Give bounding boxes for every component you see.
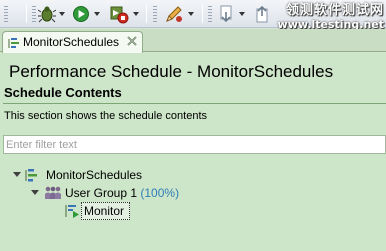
tree-item-root[interactable]: MonitorSchedules: [0, 167, 200, 184]
tree-label: MonitorSchedules: [46, 168, 143, 182]
editor-tab-strip: MonitorSchedules: [0, 29, 386, 53]
chevron-down-icon[interactable]: [94, 12, 100, 16]
user-group-percent: (100%): [140, 186, 180, 200]
toolbar-grip[interactable]: [4, 6, 8, 22]
tab-label: MonitorSchedules: [23, 35, 120, 49]
toolbar-separator: [202, 5, 203, 23]
schedule-icon: [23, 167, 39, 186]
schedule-icon: [7, 36, 21, 53]
page-title: Performance Schedule - MonitorSchedules: [9, 62, 334, 81]
tree-item-user-group[interactable]: User Group 1 (100%): [0, 185, 200, 202]
schedule-run-icon: [64, 203, 80, 222]
section-divider: [3, 103, 386, 104]
toolbar-separator: [26, 5, 27, 23]
chevron-down-icon[interactable]: [239, 12, 245, 16]
tab-monitor-schedules[interactable]: MonitorSchedules: [2, 31, 143, 53]
debug-icon[interactable]: [38, 4, 56, 24]
toolbar-grip[interactable]: [208, 6, 212, 22]
schedule-editor: Performance Schedule - MonitorSchedules …: [0, 53, 386, 251]
run-icon[interactable]: [72, 4, 90, 24]
expand-toggle-icon[interactable]: [31, 190, 39, 195]
close-icon[interactable]: [125, 34, 139, 48]
expand-toggle-icon[interactable]: [13, 172, 21, 177]
main-toolbar: 领测软件测试网 www.ltesting.net: [0, 0, 386, 31]
watermark: 领测软件测试网 www.ltesting.net: [270, 3, 384, 31]
tree-label: Monitor: [84, 204, 125, 218]
chevron-down-icon[interactable]: [59, 12, 65, 16]
user-group-name: User Group 1: [65, 186, 138, 200]
tree-label: User Group 1 (100%): [65, 186, 179, 200]
chevron-down-icon[interactable]: [133, 12, 139, 16]
user-group-icon: [44, 185, 62, 204]
run-stop-icon[interactable]: [109, 4, 129, 24]
filter-input[interactable]: [4, 136, 385, 153]
toolbar-grip[interactable]: [32, 6, 36, 22]
section-description: This section shows the schedule contents: [4, 110, 208, 122]
tree-item-monitor[interactable]: Monitor: [0, 203, 200, 220]
chevron-down-icon[interactable]: [188, 12, 194, 16]
toolbar-separator: [146, 5, 147, 23]
pen-icon[interactable]: [164, 4, 184, 24]
filter-field[interactable]: [3, 135, 386, 154]
toolbar-grip[interactable]: [153, 6, 157, 22]
next-annotation-icon[interactable]: [218, 4, 236, 24]
section-title[interactable]: Schedule Contents: [4, 85, 122, 100]
watermark-chinese-text: 领测软件测试网: [285, 3, 384, 18]
